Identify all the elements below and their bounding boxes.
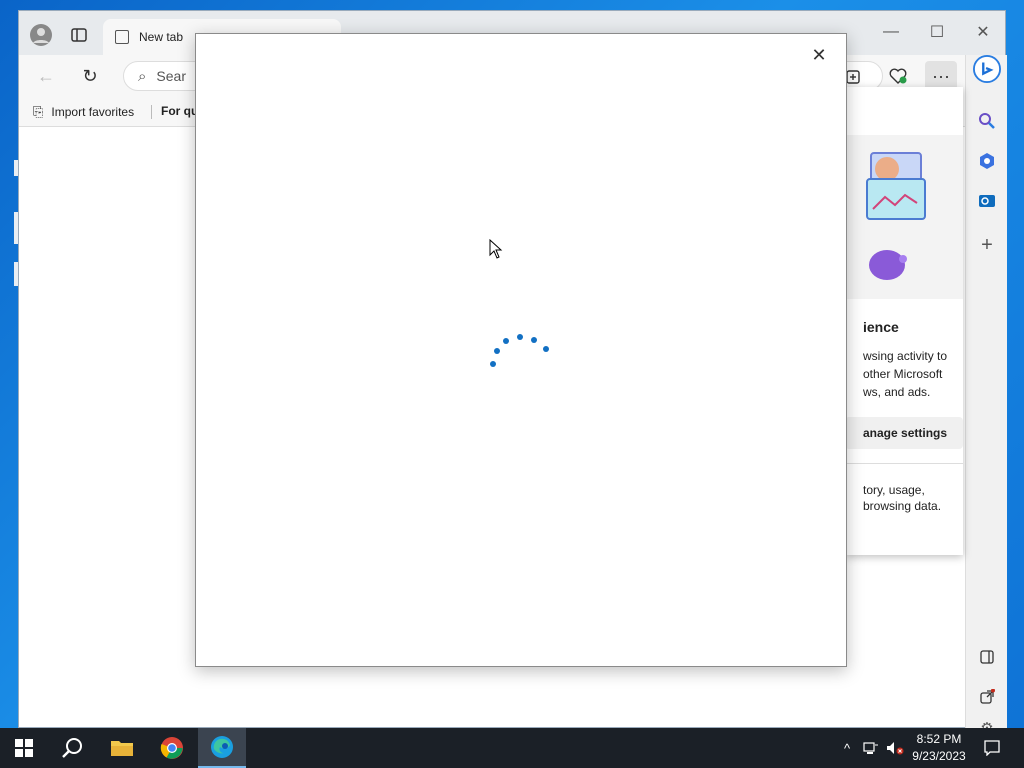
flyout-text-line-2: other Microsoft (863, 367, 943, 381)
import-icon: ⎘ (33, 104, 44, 119)
microsoft-365-icon[interactable] (973, 147, 1001, 175)
minimize-button[interactable]: — (871, 17, 911, 47)
manage-settings-button[interactable]: anage settings (845, 417, 963, 449)
import-favorites-label: Import favorites (51, 105, 135, 119)
flyout-illustration (845, 135, 963, 299)
maximize-button[interactable]: ☐ (917, 17, 957, 47)
edge-icon (211, 736, 233, 758)
dialog-close-button[interactable]: ✕ (804, 40, 834, 70)
clock-time: 8:52 PM (916, 732, 962, 746)
network-icon[interactable] (860, 728, 882, 768)
tab-actions-icon[interactable] (65, 21, 93, 49)
hide-sidebar-icon[interactable] (973, 643, 1001, 671)
volume-muted-icon[interactable] (884, 728, 906, 768)
flyout-footer-line-2: browsing data. (863, 499, 942, 513)
flyout-title: ience (863, 319, 899, 335)
flyout-text-line-1: wsing activity to (863, 349, 948, 363)
windows-logo-icon (15, 739, 33, 757)
file-explorer-button[interactable] (98, 728, 146, 768)
mouse-pointer-icon (489, 239, 503, 259)
chrome-taskbar-button[interactable] (148, 728, 196, 768)
manage-settings-label: anage settings (863, 426, 948, 440)
tab-title: New tab (139, 30, 184, 44)
clock-date: 9/23/2023 (912, 749, 966, 763)
windows-taskbar: ^ 8:52 PM 9/23/2023 (0, 728, 1024, 768)
edge-taskbar-button[interactable] (198, 728, 246, 768)
profile-avatar-icon[interactable] (27, 21, 55, 49)
action-center-notification-icon[interactable] (978, 728, 1006, 768)
address-placeholder: Sear (156, 68, 186, 84)
folder-icon (111, 741, 133, 756)
bing-copilot-icon[interactable] (973, 55, 1001, 83)
loading-spinner-icon (490, 334, 549, 367)
outlook-icon[interactable] (973, 187, 1001, 215)
external-link-icon[interactable] (973, 683, 1001, 711)
start-button[interactable] (0, 728, 48, 768)
back-arrow-icon[interactable]: ← (31, 61, 61, 91)
new-tab-favicon-icon (115, 30, 129, 44)
taskbar-clock[interactable]: 8:52 PM 9/23/2023 (904, 731, 974, 765)
flyout-footer-line-1: tory, usage, (863, 483, 925, 497)
flyout-divider (845, 463, 963, 464)
flyout-text-line-3: ws, and ads. (863, 385, 931, 399)
show-hidden-icons-chevron-up-icon[interactable]: ^ (838, 728, 856, 768)
import-favorites-link[interactable]: ⎘ Import favorites (33, 104, 134, 120)
close-window-button[interactable]: ✕ (963, 17, 1003, 47)
search-icon: ⌕ (138, 67, 147, 85)
edge-sidebar: + ⚙ (965, 55, 1007, 735)
personalization-flyout: ience wsing activity to other Microsoft … (845, 87, 963, 555)
favorites-divider (151, 105, 152, 119)
chrome-icon (160, 737, 183, 759)
search-icon (62, 738, 82, 758)
taskbar-search-button[interactable] (48, 728, 96, 768)
add-sidebar-app-icon[interactable]: + (973, 231, 1001, 259)
quick-links-label[interactable]: For qu (161, 104, 198, 118)
refresh-icon[interactable]: ↻ (75, 61, 105, 91)
loading-dialog: ✕ (195, 33, 847, 667)
search-icon[interactable] (973, 107, 1001, 135)
